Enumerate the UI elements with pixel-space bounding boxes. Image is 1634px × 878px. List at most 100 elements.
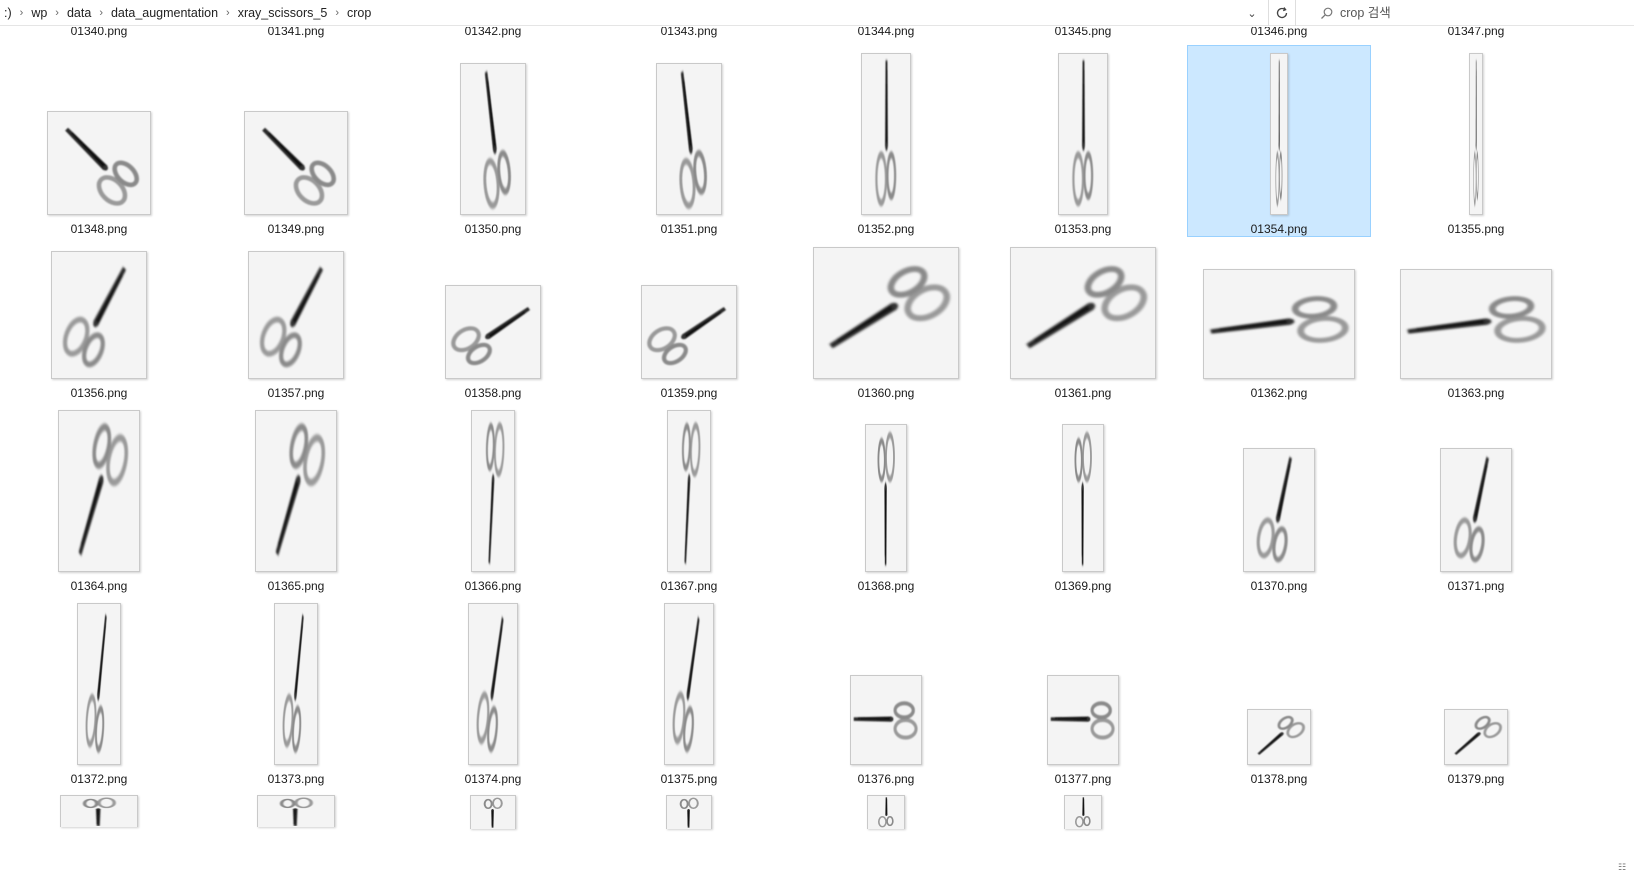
file-item[interactable]: 01359.png	[597, 239, 781, 400]
file-item[interactable]: 01377.png	[991, 596, 1175, 786]
file-item[interactable]: 01357.png	[204, 239, 388, 400]
file-thumbnail	[1400, 269, 1552, 379]
file-name: 01342.png	[464, 27, 522, 38]
file-item[interactable]: 01350.png	[401, 45, 585, 237]
breadcrumb-item[interactable]: data_augmentation	[107, 6, 222, 20]
search-box[interactable]	[1312, 2, 1634, 24]
view-toggle-icon[interactable]: ☷	[1618, 862, 1632, 874]
file-name: 01346.png	[1250, 27, 1308, 38]
file-item[interactable]: 01367.png	[597, 403, 781, 593]
file-item[interactable]: 01351.png	[597, 45, 781, 237]
file-thumbnail	[1247, 709, 1311, 765]
file-item[interactable]: 01376.png	[794, 596, 978, 786]
file-thumbnail	[1047, 675, 1119, 765]
file-name: 01378.png	[1250, 772, 1308, 786]
file-item[interactable]: 01358.png	[401, 239, 585, 400]
file-name: 01364.png	[70, 579, 128, 593]
search-input[interactable]	[1340, 6, 1620, 20]
breadcrumb-item[interactable]: wp	[27, 6, 51, 20]
file-item[interactable]: 01356.png	[7, 239, 191, 400]
file-thumbnail[interactable]	[60, 795, 138, 827]
file-name: 01366.png	[464, 579, 522, 593]
file-item[interactable]: 01352.png	[794, 45, 978, 237]
file-item[interactable]: 01369.png	[991, 403, 1175, 593]
breadcrumb: :) › wp › data › data_augmentation › xray_scisso…	[0, 0, 1240, 26]
refresh-icon	[1276, 7, 1288, 19]
address-history-button[interactable]: ⌄	[1240, 2, 1264, 24]
file-item[interactable]: 01361.png	[991, 239, 1175, 400]
file-thumbnail	[861, 53, 911, 215]
breadcrumb-item[interactable]: xray_scissors_5	[234, 6, 332, 20]
file-thumbnail[interactable]	[867, 795, 905, 829]
file-name: 01356.png	[70, 386, 128, 400]
chevron-right-icon[interactable]: ›	[222, 7, 234, 19]
file-thumbnail	[667, 410, 711, 572]
file-thumbnail	[51, 251, 147, 379]
file-item[interactable]: 01364.png	[7, 403, 191, 593]
file-name: 01341.png	[267, 27, 325, 38]
file-name: 01348.png	[70, 222, 128, 236]
file-thumbnail	[468, 603, 518, 765]
file-thumbnail	[460, 63, 526, 215]
file-thumbnail	[47, 111, 151, 215]
file-item[interactable]: 01371.png	[1384, 403, 1568, 593]
file-name: 01373.png	[267, 772, 325, 786]
file-item[interactable]: 01349.png	[204, 45, 388, 237]
file-item[interactable]: 01354.png	[1187, 45, 1371, 237]
chevron-right-icon[interactable]: ›	[51, 7, 63, 19]
file-item[interactable]: 01379.png	[1384, 596, 1568, 786]
file-thumbnail	[1270, 53, 1288, 215]
chevron-right-icon[interactable]: ›	[16, 7, 28, 19]
breadcrumb-item[interactable]: crop	[343, 6, 375, 20]
file-thumbnail[interactable]	[470, 795, 516, 829]
breadcrumb-item[interactable]: data	[63, 6, 95, 20]
file-name: 01345.png	[1054, 27, 1112, 38]
file-item[interactable]: 01374.png	[401, 596, 585, 786]
file-name: 01375.png	[660, 772, 718, 786]
search-icon	[1312, 7, 1340, 20]
file-thumbnail	[244, 111, 348, 215]
file-item[interactable]: 01370.png	[1187, 403, 1371, 593]
file-item[interactable]: 01355.png	[1384, 45, 1568, 237]
file-item[interactable]: 01360.png	[794, 239, 978, 400]
file-thumbnail	[1469, 53, 1483, 215]
file-item[interactable]: 01353.png	[991, 45, 1175, 237]
file-thumbnail[interactable]	[1064, 795, 1102, 829]
refresh-button[interactable]	[1268, 0, 1296, 26]
file-item[interactable]: 01362.png	[1187, 239, 1371, 400]
file-item[interactable]: 01348.png	[7, 45, 191, 237]
file-item[interactable]: 01368.png	[794, 403, 978, 593]
file-thumbnail[interactable]	[257, 795, 335, 827]
file-item[interactable]: 01373.png	[204, 596, 388, 786]
file-thumbnail	[1243, 448, 1315, 572]
file-thumbnail	[274, 603, 318, 765]
chevron-down-icon: ⌄	[1247, 7, 1257, 20]
chevron-right-icon[interactable]: ›	[331, 7, 343, 19]
file-name: 01357.png	[267, 386, 325, 400]
file-thumbnail	[1058, 53, 1108, 215]
file-name: 01369.png	[1054, 579, 1112, 593]
file-thumbnail	[1062, 424, 1104, 572]
file-name: 01365.png	[267, 579, 325, 593]
file-item[interactable]: 01375.png	[597, 596, 781, 786]
breadcrumb-item[interactable]: :)	[0, 6, 16, 20]
file-name: 01362.png	[1250, 386, 1308, 400]
file-thumbnail	[58, 410, 140, 572]
chevron-right-icon[interactable]: ›	[95, 7, 107, 19]
file-thumbnail	[471, 410, 515, 572]
file-name: 01363.png	[1447, 386, 1505, 400]
file-thumbnail	[1440, 448, 1512, 572]
file-name: 01352.png	[857, 222, 915, 236]
file-thumbnail	[865, 424, 907, 572]
file-thumbnail[interactable]	[666, 795, 712, 829]
file-item[interactable]: 01365.png	[204, 403, 388, 593]
file-item[interactable]: 01363.png	[1384, 239, 1568, 400]
file-thumbnail	[850, 675, 922, 765]
file-name: 01349.png	[267, 222, 325, 236]
file-name: 01358.png	[464, 386, 522, 400]
file-thumbnail	[255, 410, 337, 572]
file-name: 01376.png	[857, 772, 915, 786]
file-item[interactable]: 01372.png	[7, 596, 191, 786]
file-item[interactable]: 01378.png	[1187, 596, 1371, 786]
file-item[interactable]: 01366.png	[401, 403, 585, 593]
